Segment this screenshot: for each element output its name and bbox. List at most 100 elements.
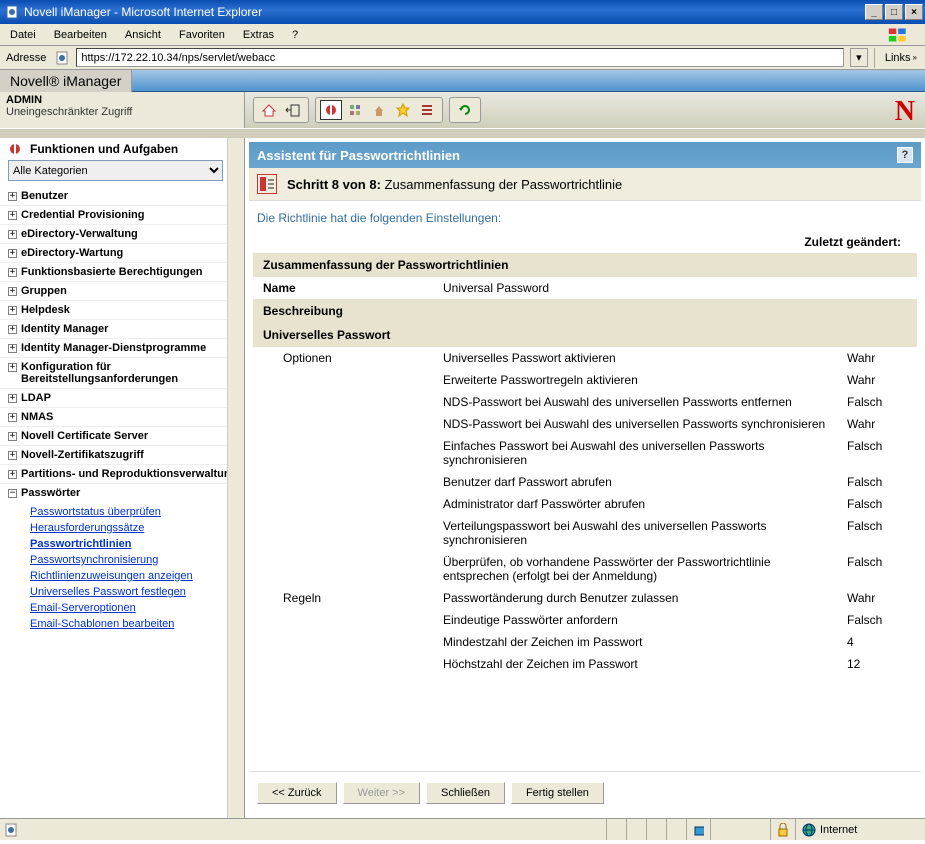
collapse-icon[interactable]: − [8,489,17,498]
sidebar-item-label: Credential Provisioning [21,209,240,221]
row-name: Name Universal Password [253,277,917,299]
user-info: ADMIN Uneingeschränkter Zugriff [0,92,245,128]
rule-row: Höchstzahl der Zeichen im Passwort12 [253,653,917,675]
maximize-button[interactable]: □ [885,4,903,20]
summary-table: Zusammenfassung der Passwortrichtlinien … [249,253,921,767]
ie-logo [883,25,919,45]
sidebar-item-label: Gruppen [21,285,240,297]
sidebar-item[interactable]: + Gruppen [0,281,244,300]
close-button[interactable]: × [905,4,923,20]
expand-icon[interactable]: + [8,470,17,479]
sidebar-sublink[interactable]: Email-Schablonen bearbeiten [30,616,240,632]
roles-icon[interactable] [320,100,342,120]
address-go-dropdown[interactable]: ▾ [850,48,868,67]
sidebar-tree: +Benutzer+Credential Provisioning+eDirec… [0,185,244,818]
category-select[interactable]: Alle Kategorien [8,160,223,181]
sidebar-item[interactable]: +LDAP [0,388,244,407]
expand-icon[interactable]: + [8,325,17,334]
sidebar: Funktionen und Aufgaben Alle Kategorien … [0,138,245,818]
sidebar-sublink[interactable]: Universelles Passwort festlegen [30,584,240,600]
separator [874,48,875,68]
help-icon[interactable]: ? [897,147,913,163]
expand-icon[interactable]: + [8,363,17,372]
sidebar-item[interactable]: + Novell-Zertifikatszugriff [0,445,244,464]
sidebar-item[interactable]: + eDirectory-Wartung [0,243,244,262]
menu-extras[interactable]: Extras [239,27,278,43]
expand-icon[interactable]: + [8,451,17,460]
exit-icon[interactable] [282,100,304,120]
back-button[interactable]: << Zurück [257,782,337,804]
sidebar-item[interactable]: + Credential Provisioning [0,205,244,224]
status-bar: Internet [0,818,925,840]
address-input[interactable] [76,48,844,67]
sidebar-item-label: Novell-Zertifikatszugriff [21,449,240,461]
status-cell [646,819,666,840]
step-icon [257,174,277,194]
sidebar-item-label: Helpdesk [21,304,240,316]
sidebar-item[interactable]: +Konfiguration für Bereitstellungsanford… [0,357,244,388]
separator-bar [0,128,925,138]
expand-icon[interactable]: + [8,192,17,201]
favorites-icon[interactable] [392,100,414,120]
menu-help[interactable]: ? [288,27,302,43]
rule-row: RegelnPasswortänderung durch Benutzer zu… [253,587,917,609]
expand-icon[interactable]: + [8,306,17,315]
option-row: NDS-Passwort bei Auswahl des universelle… [253,391,917,413]
sidebar-sublink[interactable]: Herausforderungssätze [30,520,240,536]
sidebar-item-label: NMAS [21,411,240,423]
sidebar-sublink[interactable]: Passwortsynchronisierung [30,552,240,568]
refresh-icon[interactable] [454,100,476,120]
sidebar-item[interactable]: +Identity Manager [0,319,244,338]
finish-button[interactable]: Fertig stellen [511,782,604,804]
sidebar-header: Funktionen und Aufgaben [0,138,244,160]
expand-icon[interactable]: + [8,287,17,296]
sidebar-sublink[interactable]: Email-Serveroptionen [30,600,240,616]
menu-file[interactable]: Datei [6,27,40,43]
tasks-icon[interactable] [416,100,438,120]
view-objects-icon[interactable] [344,100,366,120]
sidebar-sublink[interactable]: Richtlinienzuweisungen anzeigen [30,568,240,584]
menu-favorites[interactable]: Favoriten [175,27,229,43]
sidebar-item[interactable]: −Passwörter [0,483,244,502]
sidebar-subtree: Passwortstatus überprüfenHerausforderung… [0,502,244,634]
sidebar-item[interactable]: + Helpdesk [0,300,244,319]
expand-icon[interactable]: + [8,211,17,220]
sidebar-item-label: Passwörter [21,487,240,499]
expand-icon[interactable]: + [8,394,17,403]
wizard-header: Assistent für Passwortrichtlinien ? [249,142,921,168]
sidebar-item[interactable]: +Novell Certificate Server [0,426,244,445]
expand-icon[interactable]: + [8,432,17,441]
sidebar-item[interactable]: +eDirectory-Verwaltung [0,224,244,243]
sidebar-item[interactable]: +Benutzer [0,187,244,205]
sidebar-item[interactable]: +Funktionsbasierte Berechtigungen [0,262,244,281]
brand-label: Novell® iManager [0,70,132,92]
expand-icon[interactable]: + [8,413,17,422]
user-access: Uneingeschränkter Zugriff [6,106,238,118]
links-button[interactable]: Links » [881,52,921,64]
sidebar-item[interactable]: + NMAS [0,407,244,426]
row-description: Beschreibung [253,299,917,323]
sidebar-item[interactable]: +Partitions- und Reproduktionsverwaltung [0,464,244,483]
configure-icon[interactable] [368,100,390,120]
wizard-title: Assistent für Passwortrichtlinien [257,148,460,163]
window-controls: _ □ × [865,4,923,20]
sidebar-item[interactable]: + Identity Manager-Dienstprogramme [0,338,244,357]
menu-view[interactable]: Ansicht [121,27,165,43]
page-icon [4,823,18,837]
sidebar-sublink[interactable]: Passwortstatus überprüfen [30,504,240,520]
sidebar-sublink[interactable]: Passwortrichtlinien [30,536,240,552]
minimize-button[interactable]: _ [865,4,883,20]
sidebar-item-label: eDirectory-Wartung [21,247,240,259]
expand-icon[interactable]: + [8,249,17,258]
expand-icon[interactable]: + [8,344,17,353]
sidebar-item-label: Identity Manager-Dienstprogramme [21,342,240,354]
expand-icon[interactable]: + [8,268,17,277]
close-button[interactable]: Schließen [426,782,505,804]
menu-edit[interactable]: Bearbeiten [50,27,111,43]
expand-icon[interactable]: + [8,230,17,239]
window-title: Novell iManager - Microsoft Internet Exp… [24,5,865,19]
status-cell [666,819,686,840]
step-text: Schritt 8 von 8: Zusammenfassung der Pas… [287,177,622,192]
status-popup-icon[interactable] [686,819,710,840]
home-icon[interactable] [258,100,280,120]
